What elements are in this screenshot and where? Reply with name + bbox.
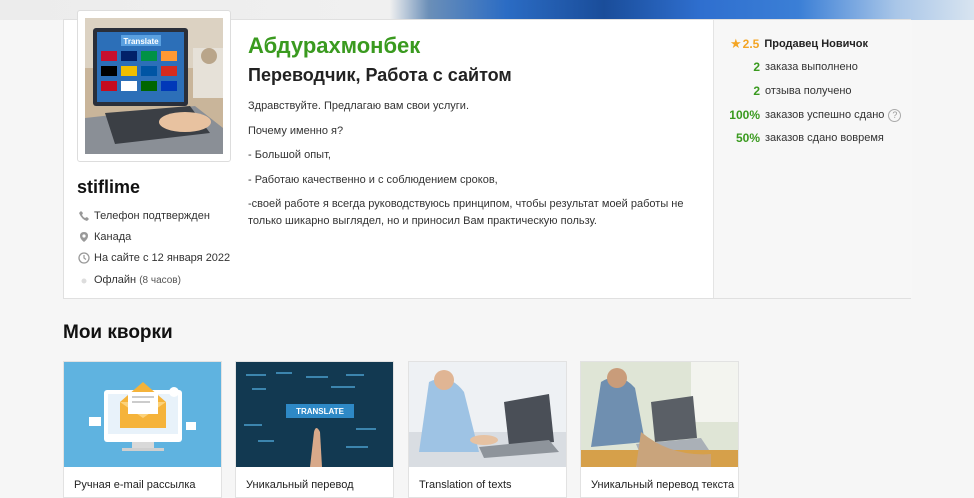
kwork-card-translation[interactable]: TRANSLATE Уникальный перевод <box>235 361 394 498</box>
seller-role: Переводчик, Работа с сайтом <box>248 65 512 85</box>
description-line: Здравствуйте. Предлагаю вам свои услуги. <box>248 100 469 112</box>
success-label: заказов успешно сдано <box>765 109 885 121</box>
ontime-label: заказов сдано вовремя <box>765 132 884 144</box>
location-text: Канада <box>94 231 132 243</box>
kworks-section-title: Мои кворки <box>63 322 173 343</box>
orders-done-label: заказа выполнено <box>765 61 858 73</box>
description-line: - Работаю качественно и с соблюдением ср… <box>248 173 498 186</box>
description-line: - Большой опыт, <box>248 149 331 162</box>
avatar-image: Translate <box>85 18 223 154</box>
member-since-row: На сайте с 12 января 2022 <box>78 252 230 264</box>
description-line: -своей работе я всегда руководствуюсь пр… <box>248 198 684 228</box>
reviews-count: 2 <box>753 84 760 98</box>
success-rate: 100% <box>729 108 760 122</box>
svg-text:Translate: Translate <box>123 37 159 46</box>
profile-card: Translate stiflime Телефон подтвержден К… <box>63 10 912 299</box>
svg-text:TRANSLATE: TRANSLATE <box>296 407 345 416</box>
orders-done-count: 2 <box>753 60 760 74</box>
ontime-rate: 50% <box>735 131 760 145</box>
display-name: Абдурахмонбек <box>248 33 421 58</box>
seller-level: Продавец Новичок <box>764 38 868 50</box>
kwork-title[interactable]: Ручная e-mail рассылка <box>74 479 196 491</box>
kwork-card-unique-text[interactable]: Уникальный перевод текста <box>580 361 739 498</box>
clock-icon <box>78 252 90 264</box>
status-dot-icon <box>81 278 87 284</box>
online-status-row: Офлайн (8 часов) <box>78 274 181 286</box>
status-note: (8 часов) <box>139 274 181 286</box>
star-icon: ★ <box>730 36 742 51</box>
username: stiflime <box>77 177 141 197</box>
help-icon[interactable]: ? <box>888 108 902 122</box>
phone-verified-text: Телефон подтвержден <box>94 210 210 222</box>
success-row: 100% заказов успешно сдано ? <box>714 108 912 122</box>
kwork-title[interactable]: Уникальный перевод <box>246 479 354 491</box>
kwork-title[interactable]: Уникальный перевод текста <box>591 479 734 491</box>
kwork-thumbnail <box>409 362 566 467</box>
kwork-card-email[interactable]: Ручная e-mail рассылка <box>63 361 222 498</box>
kwork-title[interactable]: Translation of texts <box>419 479 512 491</box>
member-since-text: На сайте с 12 января 2022 <box>94 252 231 264</box>
location-pin-icon <box>80 232 88 242</box>
rating-value: 2.5 <box>742 37 760 51</box>
orders-done-row: 2 заказа выполнено <box>714 60 912 74</box>
kwork-thumbnail: TRANSLATE <box>236 362 393 467</box>
kwork-thumbnail <box>64 362 221 467</box>
reviews-label: отзыва получено <box>765 85 852 97</box>
kwork-thumbnail <box>581 362 738 467</box>
location-row: Канада <box>78 231 131 243</box>
stats-panel: ★ 2.5 Продавец Новичок 2 заказа выполнен… <box>713 20 912 298</box>
reviews-row: 2 отзыва получено <box>714 84 912 98</box>
seller-level-row: ★ 2.5 Продавец Новичок <box>730 36 928 52</box>
profile-description: Здравствуйте. Предлагаю вам свои услуги.… <box>248 98 698 238</box>
kwork-card-translation-texts[interactable]: Translation of texts <box>408 361 567 498</box>
ontime-row: 50% заказов сдано вовремя <box>714 131 912 145</box>
description-line: Почему именно я? <box>248 124 344 137</box>
status-text: Офлайн <box>94 274 137 286</box>
avatar[interactable]: Translate <box>77 10 231 162</box>
phone-icon <box>79 211 89 221</box>
phone-verified-row: Телефон подтвержден <box>78 210 210 222</box>
